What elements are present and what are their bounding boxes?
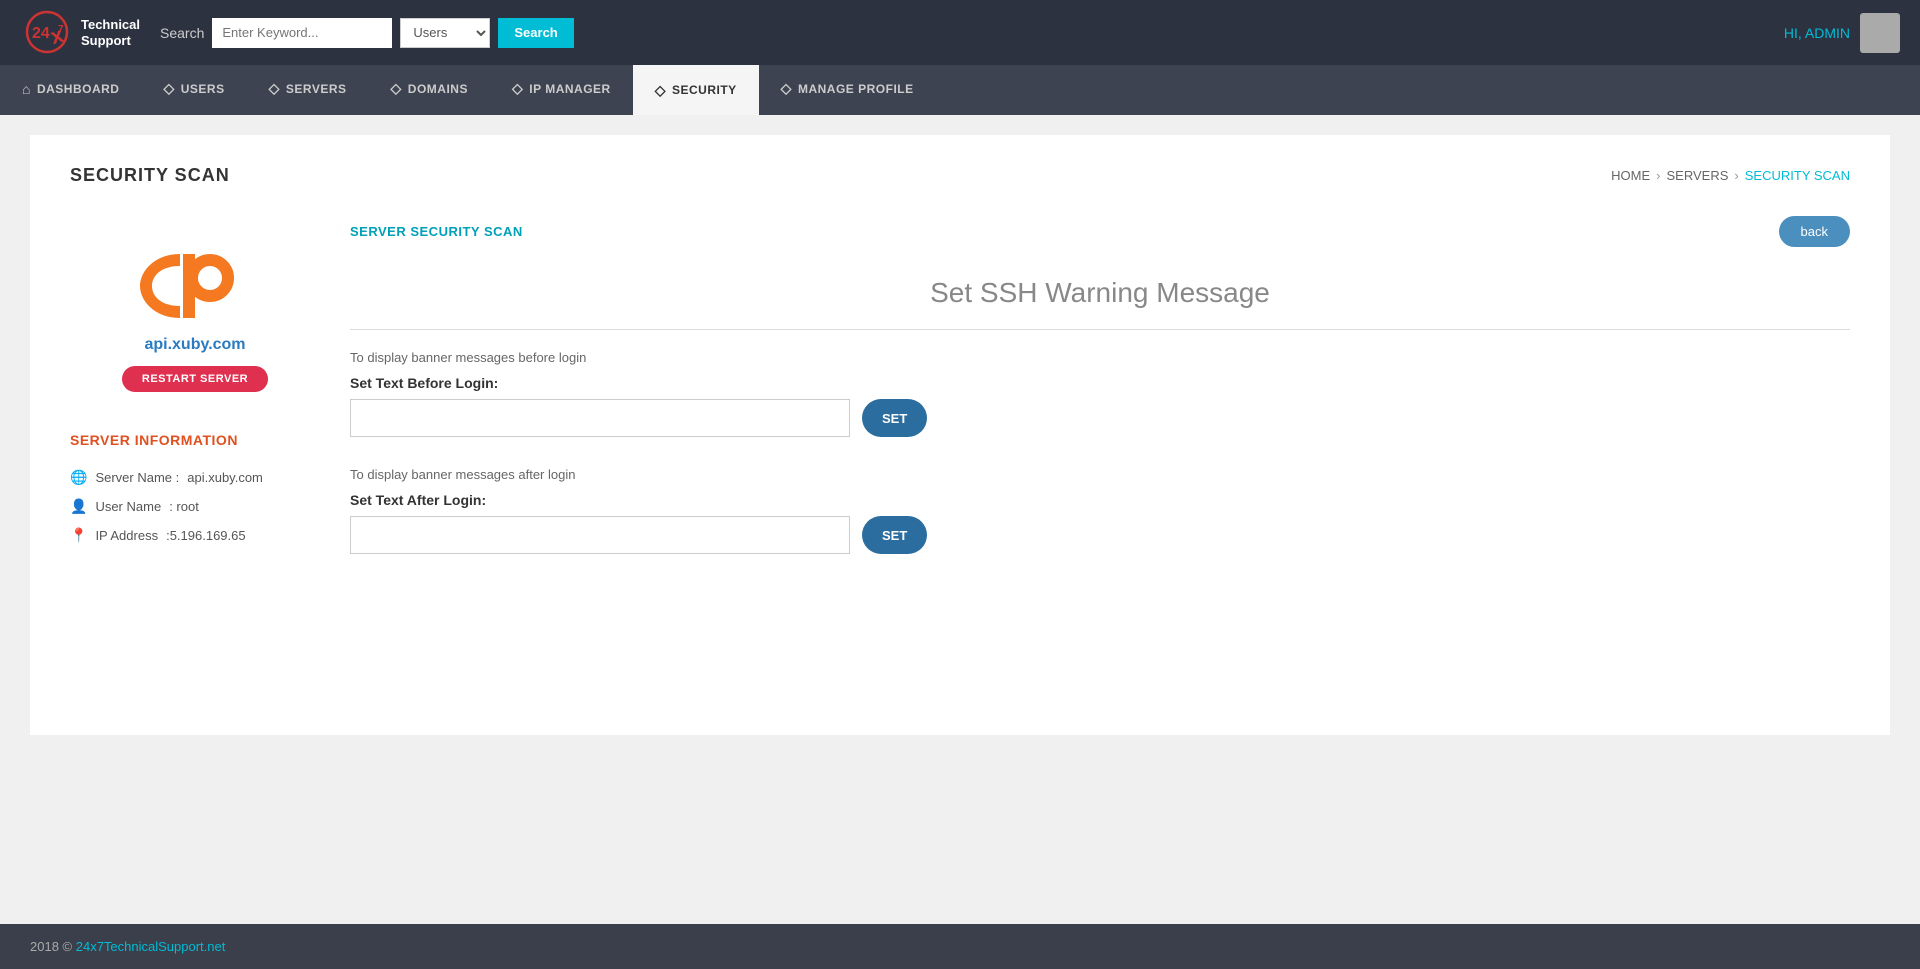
after-login-row: SET [350, 516, 1850, 554]
main-content: SECURITY SCAN HOME › SERVERS › SECURITY … [0, 115, 1920, 924]
home-icon: ⌂ [22, 81, 31, 97]
section-header: SERVER SECURITY SCAN back [350, 216, 1850, 247]
ssh-title: Set SSH Warning Message [350, 277, 1850, 309]
after-login-label: Set Text After Login: [350, 492, 1850, 508]
breadcrumb-home: HOME [1611, 168, 1650, 183]
nav-item-manage-profile[interactable]: ◇ MANAGE PROFILE [759, 65, 936, 115]
username-row: 👤 User Name : root [70, 492, 320, 521]
nav-item-users[interactable]: ◇ USERS [141, 65, 246, 115]
logo-area: 24 x 7 Technical Support [20, 10, 140, 55]
page-title: SECURITY SCAN [70, 165, 230, 186]
server-info-list: 🌐 Server Name : api.xuby.com 👤 User Name… [70, 463, 320, 550]
section-title: SERVER SECURITY SCAN [350, 224, 523, 239]
globe-icon: 🌐 [70, 469, 87, 486]
users-icon: ◇ [163, 80, 174, 97]
main-nav: ⌂ DASHBOARD ◇ USERS ◇ SERVERS ◇ DOMAINS … [0, 65, 1920, 115]
cpanel-logo [125, 236, 265, 336]
server-name-value: api.xuby.com [187, 470, 263, 485]
search-area: Search Users Servers Domains Search [160, 18, 574, 48]
footer: 2018 © 24x7TechnicalSupport.net [0, 924, 1920, 969]
ip-value: :5.196.169.65 [166, 528, 246, 543]
after-login-input[interactable] [350, 516, 850, 554]
search-select[interactable]: Users Servers Domains [400, 18, 490, 48]
hi-admin-label: Hi, ADMIN [1784, 25, 1850, 41]
security-icon: ◇ [655, 82, 666, 99]
nav-item-dashboard[interactable]: ⌂ DASHBOARD [0, 65, 141, 115]
divider [350, 329, 1850, 330]
set-before-button[interactable]: SET [862, 399, 927, 437]
ip-label: IP Address [95, 528, 158, 543]
location-icon: 📍 [70, 527, 87, 544]
before-login-input[interactable] [350, 399, 850, 437]
domains-icon: ◇ [391, 80, 402, 97]
header: 24 x 7 Technical Support Search Users Se… [0, 0, 1920, 65]
header-right: Hi, ADMIN [1784, 13, 1900, 53]
nav-item-security[interactable]: ◇ SECURITY [633, 65, 759, 115]
server-domain: api.xuby.com [144, 336, 245, 354]
before-login-desc: To display banner messages before login [350, 350, 1850, 365]
server-name-label: Server Name : [95, 470, 179, 485]
two-col-layout: api.xuby.com RESTART SERVER SERVER INFOR… [70, 216, 1850, 584]
header-left: 24 x 7 Technical Support Search Users Se… [20, 10, 574, 55]
set-after-button[interactable]: SET [862, 516, 927, 554]
avatar [1860, 13, 1900, 53]
back-button[interactable]: back [1779, 216, 1850, 247]
nav-item-domains[interactable]: ◇ DOMAINS [369, 65, 490, 115]
content-wrapper: SECURITY SCAN HOME › SERVERS › SECURITY … [30, 135, 1890, 735]
server-name-row: 🌐 Server Name : api.xuby.com [70, 463, 320, 492]
before-login-row: SET [350, 399, 1850, 437]
svg-text:7: 7 [58, 24, 64, 35]
breadcrumb-parent: SERVERS [1667, 168, 1729, 183]
footer-copyright: 2018 © [30, 939, 76, 954]
page-header: SECURITY SCAN HOME › SERVERS › SECURITY … [70, 165, 1850, 186]
servers-icon: ◇ [269, 80, 280, 97]
logo-icon: 24 x 7 [20, 10, 75, 55]
logo-text: Technical Support [81, 17, 140, 48]
user-icon: 👤 [70, 498, 87, 515]
username-label: User Name [95, 499, 161, 514]
breadcrumb: HOME › SERVERS › SECURITY SCAN [1611, 168, 1850, 183]
search-input[interactable] [212, 18, 392, 48]
restart-server-button[interactable]: RESTART SERVER [122, 366, 268, 392]
footer-link[interactable]: 24x7TechnicalSupport.net [76, 939, 226, 954]
username-value: : root [169, 499, 199, 514]
nav-item-servers[interactable]: ◇ SERVERS [247, 65, 369, 115]
breadcrumb-arrow-2: › [1734, 168, 1738, 183]
search-label: Search [160, 25, 204, 41]
search-button[interactable]: Search [498, 18, 573, 48]
before-login-label: Set Text Before Login: [350, 375, 1850, 391]
server-info-title: SERVER INFORMATION [70, 432, 238, 448]
svg-text:24: 24 [32, 25, 50, 42]
right-content: SERVER SECURITY SCAN back Set SSH Warnin… [350, 216, 1850, 584]
left-sidebar: api.xuby.com RESTART SERVER SERVER INFOR… [70, 216, 320, 584]
after-login-desc: To display banner messages after login [350, 467, 1850, 482]
breadcrumb-current: SECURITY SCAN [1745, 168, 1850, 183]
ip-row: 📍 IP Address :5.196.169.65 [70, 521, 320, 550]
breadcrumb-arrow-1: › [1656, 168, 1660, 183]
manage-profile-icon: ◇ [781, 80, 792, 97]
nav-item-ip-manager[interactable]: ◇ IP MANAGER [490, 65, 633, 115]
after-login-section: To display banner messages after login S… [350, 467, 1850, 554]
ip-manager-icon: ◇ [512, 80, 523, 97]
before-login-section: To display banner messages before login … [350, 350, 1850, 437]
